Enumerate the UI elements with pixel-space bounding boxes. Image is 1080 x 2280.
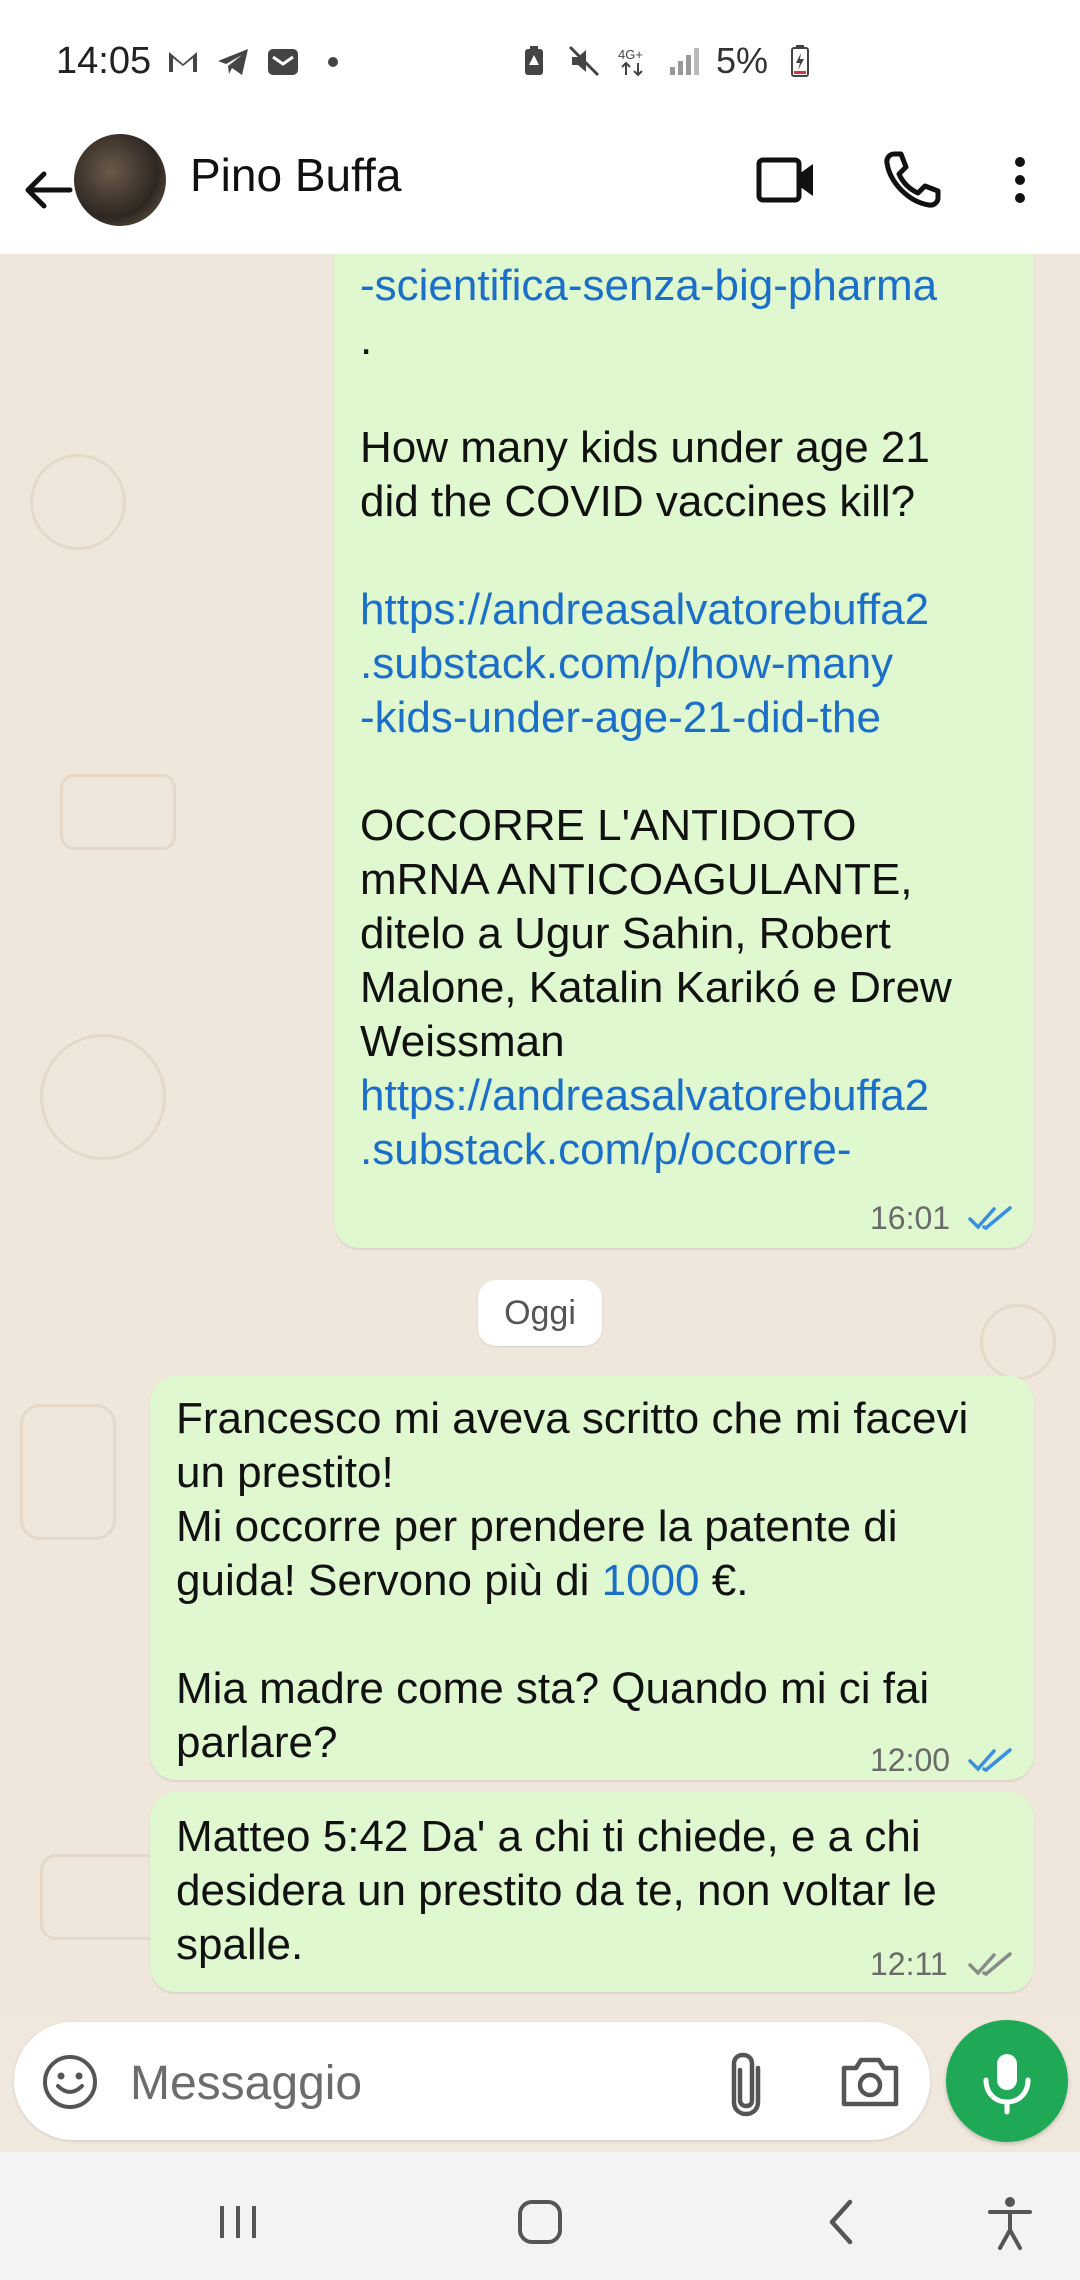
status-bar: 14:05 4G+ 5% <box>0 0 1080 130</box>
message-time: 12:00 <box>870 1742 951 1778</box>
message-line: . <box>360 315 373 364</box>
message-link[interactable]: -kids-under-age-21-did-the <box>360 693 881 742</box>
message-text: -scientifica-senza-big-pharma . How many… <box>360 259 1020 1177</box>
camera-icon[interactable] <box>838 2052 902 2112</box>
back-nav-icon[interactable] <box>812 2192 872 2252</box>
mute-icon <box>568 45 600 77</box>
system-navigation-bar <box>0 2152 1080 2280</box>
message-link[interactable]: .substack.com/p/occorre- <box>360 1125 852 1174</box>
voice-call-icon[interactable] <box>880 148 944 212</box>
wallpaper-doodle <box>980 1304 1056 1380</box>
message-line: did the COVID vaccines kill? <box>360 477 916 526</box>
message-link[interactable]: https://andreasalvatorebuffa2 <box>360 1071 929 1120</box>
battery-percent: 5% <box>715 40 768 81</box>
signal-icon <box>669 48 699 75</box>
microphone-icon <box>983 2054 1031 2115</box>
battery-charging-icon <box>791 45 809 77</box>
video-call-icon[interactable] <box>755 152 819 208</box>
mic-button[interactable] <box>946 2020 1068 2142</box>
message-time: 12:11 <box>870 1946 948 1982</box>
wallpaper-doodle <box>40 1034 166 1160</box>
amount-link[interactable]: 1000 <box>602 1556 700 1605</box>
message-link[interactable]: -scientifica-senza-big-pharma <box>360 261 937 310</box>
message-time: 16:01 <box>870 1200 951 1236</box>
message-link[interactable]: .substack.com/p/how-many <box>360 639 893 688</box>
message-line: ditelo a Ugur Sahin, Robert <box>360 909 891 958</box>
message-line: OCCORRE L'ANTIDOTO <box>360 801 857 850</box>
message-line: un prestito! <box>176 1448 394 1497</box>
wallpaper-doodle <box>20 1404 116 1540</box>
gmail-icon <box>169 52 197 72</box>
attach-icon[interactable] <box>724 2050 774 2120</box>
wallpaper-doodle <box>30 454 126 550</box>
message-line: Weissman <box>360 1017 565 1066</box>
message-line: desidera un prestito da te, non voltar l… <box>176 1866 937 1915</box>
date-divider: Oggi <box>478 1280 602 1346</box>
telegram-icon <box>218 49 248 75</box>
notification-icons <box>165 44 351 80</box>
message-line: Francesco mi aveva scritto che mi facevi <box>176 1394 969 1443</box>
message-line: How many kids under age 21 <box>360 423 930 472</box>
message-line: Malone, Katalin Karikó e Drew <box>360 963 952 1012</box>
back-arrow-icon[interactable] <box>16 158 80 222</box>
mail-icon <box>268 49 298 75</box>
contact-name[interactable]: Pino Buffa <box>190 148 401 202</box>
more-options-icon[interactable] <box>1000 148 1040 212</box>
wallpaper-doodle <box>60 774 176 850</box>
dot-icon <box>328 57 338 67</box>
emoji-icon[interactable] <box>40 2052 100 2112</box>
chat-background: -scientifica-senza-big-pharma . How many… <box>0 254 1080 2014</box>
network-4g-icon: 4G+ <box>618 47 643 77</box>
delivered-ticks-icon <box>968 1952 1012 1977</box>
message-link[interactable]: https://andreasalvatorebuffa2 <box>360 585 929 634</box>
recent-apps-icon[interactable] <box>208 2192 268 2252</box>
message-input[interactable] <box>128 2050 692 2116</box>
contact-avatar[interactable] <box>74 134 166 226</box>
battery-saver-icon <box>524 46 543 75</box>
message-line: Mi occorre per prendere la patente di <box>176 1502 898 1551</box>
system-icons: 4G+ 5% <box>516 40 818 82</box>
svg-text:4G+: 4G+ <box>618 47 643 62</box>
home-icon[interactable] <box>510 2192 570 2252</box>
message-line: Mia madre come sta? Quando mi ci fai <box>176 1664 930 1713</box>
read-ticks-icon <box>968 1748 1012 1773</box>
status-time: 14:05 <box>56 40 152 82</box>
message-line: guida! Servono più di 1000 €. <box>176 1556 749 1605</box>
read-ticks-icon <box>968 1206 1012 1231</box>
message-text: Francesco mi aveva scritto che mi facevi… <box>176 1392 1016 1770</box>
message-line: mRNA ANTICOAGULANTE, <box>360 855 913 904</box>
accessibility-icon[interactable] <box>980 2192 1040 2252</box>
message-line: Matteo 5:42 Da' a chi ti chiede, e a chi <box>176 1812 921 1861</box>
